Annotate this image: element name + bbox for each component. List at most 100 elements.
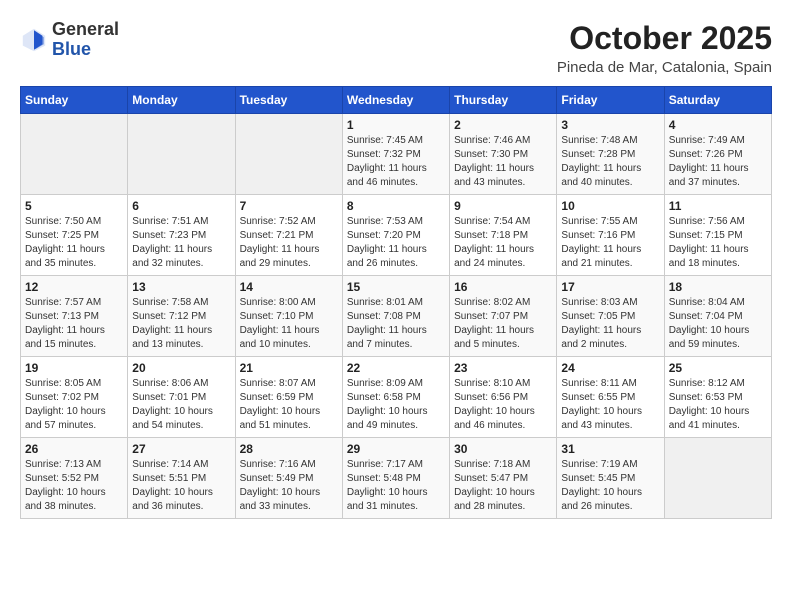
logo-icon: [20, 26, 48, 54]
day-number: 7: [240, 199, 338, 213]
day-number: 28: [240, 442, 338, 456]
calendar-week-row: 1 Sunrise: 7:45 AMSunset: 7:32 PMDaylight…: [21, 114, 772, 195]
day-number: 16: [454, 280, 552, 294]
day-number: 12: [25, 280, 123, 294]
weekday-header: Friday: [557, 87, 664, 114]
day-number: 4: [669, 118, 767, 132]
calendar-cell: 11 Sunrise: 7:56 AMSunset: 7:15 PMDayligh…: [664, 195, 771, 276]
day-number: 22: [347, 361, 445, 375]
calendar-cell: 9Sunrise: 7:54 AMSunset: 7:18 PMDaylight…: [450, 195, 557, 276]
calendar-week-row: 12Sunrise: 7:57 AMSunset: 7:13 PMDayligh…: [21, 276, 772, 357]
calendar-cell: 26Sunrise: 7:13 AMSunset: 5:52 PMDayligh…: [21, 438, 128, 519]
calendar-cell: 16Sunrise: 8:02 AMSunset: 7:07 PMDayligh…: [450, 276, 557, 357]
calendar-cell: 24Sunrise: 8:11 AMSunset: 6:55 PMDayligh…: [557, 357, 664, 438]
calendar-cell: 14 Sunrise: 8:00 AMSunset: 7:10 PMDayligh…: [235, 276, 342, 357]
day-number: 18: [669, 280, 767, 294]
calendar-cell: 2 Sunrise: 7:46 AMSunset: 7:30 PMDaylight…: [450, 114, 557, 195]
calendar-cell: [128, 114, 235, 195]
day-info: Sunrise: 8:06 AMSunset: 7:01 PMDaylight:…: [132, 377, 230, 433]
calendar-cell: 21 Sunrise: 8:07 AMSunset: 6:59 PMDayligh…: [235, 357, 342, 438]
calendar-cell: 25Sunrise: 8:12 AMSunset: 6:53 PMDayligh…: [664, 357, 771, 438]
day-info: Sunrise: 7:49 AMSunset: 7:26 PMDaylight:…: [669, 134, 767, 190]
calendar-cell: 4 Sunrise: 7:49 AMSunset: 7:26 PMDaylight…: [664, 114, 771, 195]
weekday-header-row: SundayMondayTuesdayWednesdayThursdayFrid…: [21, 87, 772, 114]
calendar-cell: 8 Sunrise: 7:53 AMSunset: 7:20 PMDaylight…: [342, 195, 449, 276]
calendar-cell: 30 Sunrise: 7:18 AMSunset: 5:47 PMDayligh…: [450, 438, 557, 519]
day-number: 30: [454, 442, 552, 456]
calendar-week-row: 5 Sunrise: 7:50 AMSunset: 7:25 PMDaylight…: [21, 195, 772, 276]
day-info: Sunrise: 8:04 AMSunset: 7:04 PMDaylight:…: [669, 296, 767, 352]
calendar-cell: 1 Sunrise: 7:45 AMSunset: 7:32 PMDaylight…: [342, 114, 449, 195]
day-number: 21: [240, 361, 338, 375]
day-info: Sunrise: 7:50 AMSunset: 7:25 PMDaylight:…: [25, 215, 123, 271]
weekday-header: Monday: [128, 87, 235, 114]
month-title: October 2025: [557, 20, 772, 57]
day-number: 11: [669, 199, 767, 213]
day-number: 2: [454, 118, 552, 132]
day-number: 20: [132, 361, 230, 375]
calendar-cell: 27 Sunrise: 7:14 AMSunset: 5:51 PMDayligh…: [128, 438, 235, 519]
calendar-cell: 19 Sunrise: 8:05 AMSunset: 7:02 PMDayligh…: [21, 357, 128, 438]
day-number: 9: [454, 199, 552, 213]
calendar-cell: 10Sunrise: 7:55 AMSunset: 7:16 PMDayligh…: [557, 195, 664, 276]
calendar-cell: 6Sunrise: 7:51 AMSunset: 7:23 PMDaylight…: [128, 195, 235, 276]
calendar-cell: 28 Sunrise: 7:16 AMSunset: 5:49 PMDayligh…: [235, 438, 342, 519]
day-number: 1: [347, 118, 445, 132]
day-info: Sunrise: 8:03 AMSunset: 7:05 PMDaylight:…: [561, 296, 659, 352]
day-info: Sunrise: 7:14 AMSunset: 5:51 PMDaylight:…: [132, 458, 230, 514]
calendar-table: SundayMondayTuesdayWednesdayThursdayFrid…: [20, 86, 772, 519]
day-info: Sunrise: 8:01 AMSunset: 7:08 PMDaylight:…: [347, 296, 445, 352]
page-header: General Blue October 2025 Pineda de Mar,…: [20, 20, 772, 76]
logo-general-text: General: [52, 20, 119, 40]
day-number: 25: [669, 361, 767, 375]
calendar-week-row: 26Sunrise: 7:13 AMSunset: 5:52 PMDayligh…: [21, 438, 772, 519]
weekday-header: Saturday: [664, 87, 771, 114]
day-info: Sunrise: 8:10 AMSunset: 6:56 PMDaylight:…: [454, 377, 552, 433]
day-number: 23: [454, 361, 552, 375]
day-number: 27: [132, 442, 230, 456]
day-number: 24: [561, 361, 659, 375]
day-number: 13: [132, 280, 230, 294]
day-info: Sunrise: 7:48 AMSunset: 7:28 PMDaylight:…: [561, 134, 659, 190]
calendar-cell: 20 Sunrise: 8:06 AMSunset: 7:01 PMDayligh…: [128, 357, 235, 438]
calendar-cell: 22Sunrise: 8:09 AMSunset: 6:58 PMDayligh…: [342, 357, 449, 438]
day-info: Sunrise: 8:05 AMSunset: 7:02 PMDaylight:…: [25, 377, 123, 433]
logo-blue-text: Blue: [52, 40, 119, 60]
day-number: 3: [561, 118, 659, 132]
day-info: Sunrise: 7:19 AMSunset: 5:45 PMDaylight:…: [561, 458, 659, 514]
day-number: 17: [561, 280, 659, 294]
location-subtitle: Pineda de Mar, Catalonia, Spain: [557, 59, 772, 76]
calendar-cell: 7 Sunrise: 7:52 AMSunset: 7:21 PMDaylight…: [235, 195, 342, 276]
calendar-cell: 13 Sunrise: 7:58 AMSunset: 7:12 PMDayligh…: [128, 276, 235, 357]
day-number: 5: [25, 199, 123, 213]
day-info: Sunrise: 7:45 AMSunset: 7:32 PMDaylight:…: [347, 134, 445, 190]
weekday-header: Tuesday: [235, 87, 342, 114]
calendar-cell: [664, 438, 771, 519]
logo: General Blue: [20, 20, 119, 60]
calendar-cell: 17 Sunrise: 8:03 AMSunset: 7:05 PMDayligh…: [557, 276, 664, 357]
day-number: 8: [347, 199, 445, 213]
title-block: October 2025 Pineda de Mar, Catalonia, S…: [557, 20, 772, 76]
calendar-cell: 31Sunrise: 7:19 AMSunset: 5:45 PMDayligh…: [557, 438, 664, 519]
day-info: Sunrise: 7:53 AMSunset: 7:20 PMDaylight:…: [347, 215, 445, 271]
weekday-header: Thursday: [450, 87, 557, 114]
day-number: 15: [347, 280, 445, 294]
calendar-cell: 15 Sunrise: 8:01 AMSunset: 7:08 PMDayligh…: [342, 276, 449, 357]
day-info: Sunrise: 7:46 AMSunset: 7:30 PMDaylight:…: [454, 134, 552, 190]
calendar-cell: 12Sunrise: 7:57 AMSunset: 7:13 PMDayligh…: [21, 276, 128, 357]
calendar-cell: 23 Sunrise: 8:10 AMSunset: 6:56 PMDayligh…: [450, 357, 557, 438]
day-number: 29: [347, 442, 445, 456]
day-info: Sunrise: 7:16 AMSunset: 5:49 PMDaylight:…: [240, 458, 338, 514]
day-number: 19: [25, 361, 123, 375]
day-info: Sunrise: 7:52 AMSunset: 7:21 PMDaylight:…: [240, 215, 338, 271]
day-info: Sunrise: 8:00 AMSunset: 7:10 PMDaylight:…: [240, 296, 338, 352]
calendar-week-row: 19 Sunrise: 8:05 AMSunset: 7:02 PMDayligh…: [21, 357, 772, 438]
day-number: 6: [132, 199, 230, 213]
day-number: 14: [240, 280, 338, 294]
calendar-cell: 18 Sunrise: 8:04 AMSunset: 7:04 PMDayligh…: [664, 276, 771, 357]
day-info: Sunrise: 7:56 AMSunset: 7:15 PMDaylight:…: [669, 215, 767, 271]
day-info: Sunrise: 7:17 AMSunset: 5:48 PMDaylight:…: [347, 458, 445, 514]
day-info: Sunrise: 7:18 AMSunset: 5:47 PMDaylight:…: [454, 458, 552, 514]
day-info: Sunrise: 7:58 AMSunset: 7:12 PMDaylight:…: [132, 296, 230, 352]
day-info: Sunrise: 8:07 AMSunset: 6:59 PMDaylight:…: [240, 377, 338, 433]
